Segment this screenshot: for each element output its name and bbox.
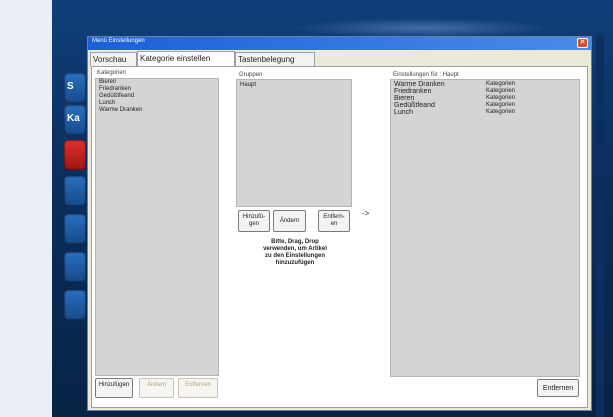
settings-row-type: Kategorien	[486, 81, 516, 87]
settings-row-name: Lunch	[394, 109, 414, 116]
settings-list[interactable]: Warme Dranken Kategorien Friedranken Katego…	[390, 79, 580, 377]
sidebar-button-s[interactable]: S	[64, 73, 86, 103]
tab-panel-category: Kategorien Bieren Friedranken Gedüßtfeand L…	[91, 66, 588, 408]
settings-row-type: Kategorien	[486, 102, 516, 108]
settings-row-type: Kategorien	[486, 109, 516, 115]
sidebar-button[interactable]	[64, 176, 86, 206]
dialog-title: Menü Einstellungen	[92, 38, 145, 44]
sidebar-button[interactable]	[64, 252, 86, 282]
add-group-button[interactable]: Hinzufü- gen	[238, 210, 270, 232]
settings-row-name: Friedranken	[394, 88, 432, 95]
remove-category-button[interactable]: Entfernen	[178, 378, 218, 398]
arrow-indicator: ->	[362, 209, 370, 218]
settings-label: Einstellungen für : Haupt	[393, 72, 459, 78]
remove-group-button[interactable]: Entfern- en	[318, 210, 350, 232]
settings-row-name: Bieren	[394, 95, 415, 102]
category-list-item[interactable]: Bieren	[96, 79, 218, 86]
settings-row-name: Gedüßtfeand	[394, 102, 435, 109]
categories-label: Kategorien	[97, 70, 127, 76]
edit-category-button[interactable]: Ändern	[139, 378, 174, 398]
settings-row[interactable]: Friedranken Kategorien	[391, 88, 579, 95]
category-list-item[interactable]: Gedüßtfeand	[96, 93, 218, 100]
left-margin	[0, 0, 52, 417]
add-category-button[interactable]: Hinzufügen	[95, 378, 133, 398]
tab-key-assignment[interactable]: Tastenbelegung	[235, 52, 315, 66]
remove-setting-button[interactable]: Entfernen	[537, 379, 579, 397]
category-list-item[interactable]: Friedranken	[96, 86, 218, 93]
groups-list[interactable]: Haupt	[236, 79, 352, 207]
tab-preview[interactable]: Vorschau	[90, 52, 137, 66]
group-list-item[interactable]: Haupt	[237, 80, 351, 89]
groups-label: Gruppen	[239, 72, 263, 78]
settings-dialog: Menü Einstellungen ✕ Vorschau Kategorie …	[87, 36, 592, 411]
drag-drop-hint: Bitte, Drag, Drop verwenden, um Artikel …	[263, 239, 327, 266]
category-list-item[interactable]: Lunch	[96, 100, 218, 107]
close-button[interactable]: ✕	[577, 38, 588, 48]
settings-row[interactable]: Gedüßtfeand Kategorien	[391, 102, 579, 109]
settings-row-type: Kategorien	[486, 95, 516, 101]
dialog-titlebar: Menü Einstellungen ✕	[88, 37, 591, 50]
sidebar-button-red[interactable]	[64, 140, 86, 170]
settings-row[interactable]: Bieren Kategorien	[391, 95, 579, 102]
close-icon: ✕	[579, 39, 586, 46]
settings-row-type: Kategorien	[486, 88, 516, 94]
sidebar-button-ka[interactable]: Ka	[64, 105, 86, 135]
categories-list[interactable]: Bieren Friedranken Gedüßtfeand Lunch Warme D…	[95, 78, 219, 376]
sidebar-button[interactable]	[64, 290, 86, 320]
change-group-button[interactable]: Ändern	[273, 210, 306, 232]
settings-row[interactable]: Lunch Kategorien	[391, 109, 579, 116]
settings-row-name: Warme Dranken	[394, 81, 445, 88]
tab-category-settings[interactable]: Kategorie einstellen	[137, 51, 235, 66]
sidebar-button[interactable]	[64, 214, 86, 244]
category-list-item[interactable]: Warme Dranken	[96, 107, 218, 114]
settings-row[interactable]: Warme Dranken Kategorien	[391, 81, 579, 88]
